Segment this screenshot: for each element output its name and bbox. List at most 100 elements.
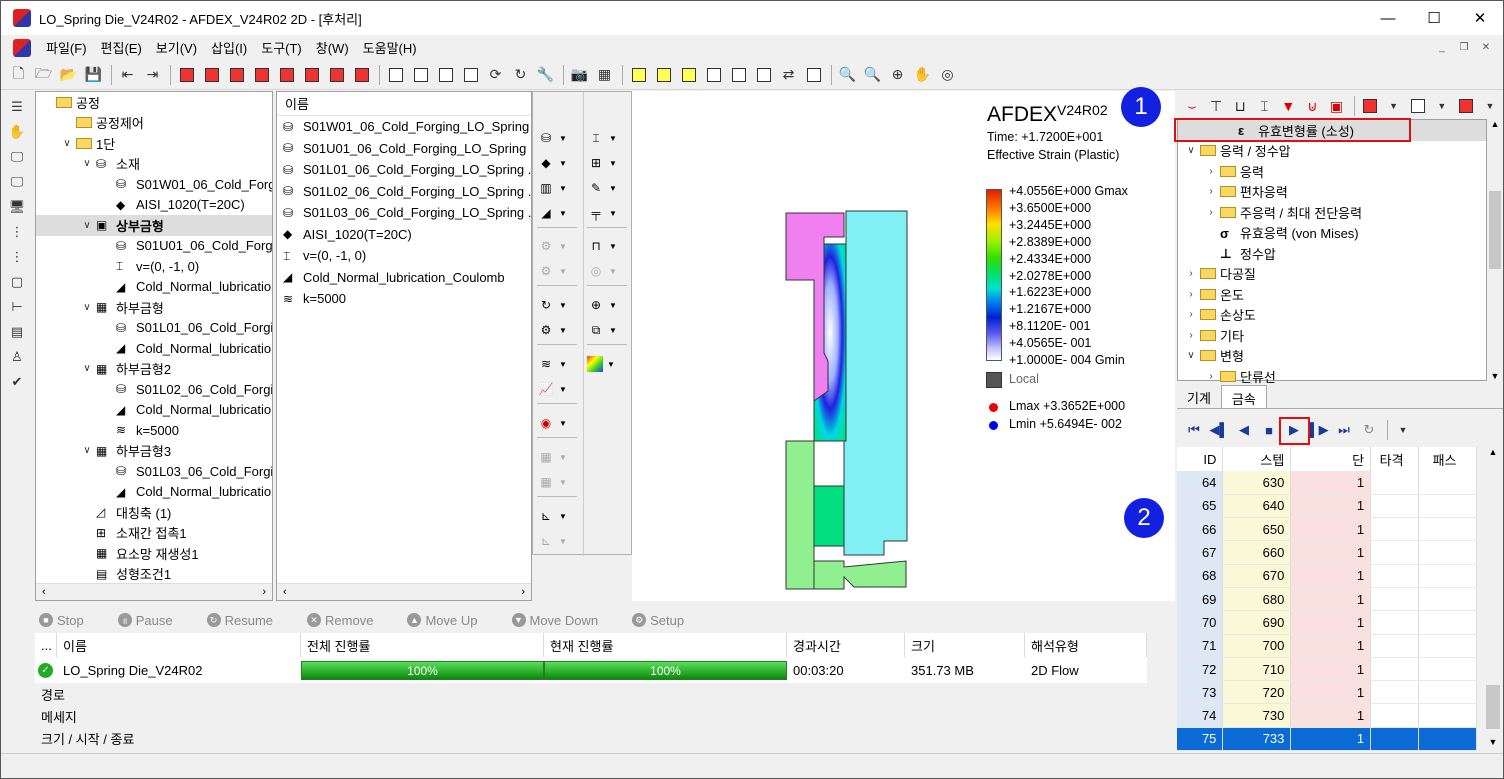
table-cell[interactable]: 733 <box>1222 727 1292 752</box>
tree-item[interactable]: ⛁ S01L01_06_Cold_Forgin <box>36 318 272 339</box>
object-list-item[interactable]: ⌶ v=(0, -1, 0) <box>277 245 531 267</box>
shade-3-icon[interactable] <box>677 63 700 86</box>
tree-item[interactable]: ⛁ S01U01_06_Cold_Forgir <box>36 236 272 257</box>
job-col-total-progress[interactable]: 전체 진행률 <box>301 633 544 657</box>
result-tree-item[interactable]: › 다공질 <box>1178 264 1486 285</box>
table-cell[interactable] <box>1370 517 1420 542</box>
pen-tool-icon[interactable]: ✎ ▼ <box>587 178 627 198</box>
table-cell[interactable] <box>1370 494 1420 519</box>
tree-item[interactable]: ◿ 대칭축 (1) <box>36 502 272 523</box>
shade-1-icon[interactable] <box>627 63 650 86</box>
tab-metal[interactable]: 금속 <box>1220 385 1267 408</box>
table-cell[interactable]: 70 <box>1177 610 1224 635</box>
table-cell[interactable]: 72 <box>1177 657 1224 682</box>
job-col-type[interactable]: 해석유형 <box>1025 633 1147 657</box>
contact-tool-icon[interactable]: ⊞ ▼ <box>587 153 627 173</box>
maximize-button[interactable]: ☐ <box>1411 1 1457 35</box>
tree-item[interactable]: ◆ AISI_1020(T=20C) <box>36 195 272 216</box>
tab-mechanical[interactable]: 기계 <box>1177 385 1221 408</box>
tree-expand-icon[interactable]: ⋮ <box>6 221 28 243</box>
table-cell[interactable] <box>1418 680 1477 705</box>
table-cell[interactable] <box>1418 587 1477 612</box>
die-red-5-icon[interactable]: ▼ <box>1277 95 1299 118</box>
close-button[interactable]: ✕ <box>1457 1 1503 35</box>
tree-item[interactable]: ∨ ▣ 상부금형 <box>36 215 272 236</box>
table-row[interactable]: 66 650 1 <box>1177 517 1477 542</box>
stop-icon[interactable]: ■ <box>1258 419 1280 441</box>
table-cell[interactable] <box>1370 471 1420 495</box>
display-icon[interactable]: 🖥 <box>6 196 28 218</box>
table-cell[interactable]: 1 <box>1290 517 1372 542</box>
table-row[interactable]: 71 700 1 <box>1177 634 1477 658</box>
tree-item[interactable]: ∨ ▦ 하부금형3 <box>36 441 272 462</box>
table-row[interactable]: 75 733 1 <box>1177 727 1477 752</box>
view-cube-2-icon[interactable] <box>200 63 223 86</box>
object-list-item[interactable]: ◢ Cold_Normal_lubrication_Coulomb <box>277 267 531 289</box>
job-col-current-progress[interactable]: 현재 진행률 <box>544 633 787 657</box>
open-folder-icon[interactable]: 📂 <box>57 63 80 86</box>
object-list-item[interactable]: ≋ k=5000 <box>277 288 531 310</box>
table-row[interactable]: 73 720 1 <box>1177 680 1477 705</box>
expand-icon[interactable]: ∨ <box>80 445 94 456</box>
table-cell[interactable] <box>1370 680 1420 705</box>
last-frame-icon[interactable]: ⏭ <box>1333 419 1355 441</box>
expand-icon[interactable]: › <box>1184 268 1198 279</box>
result-tree-item[interactable]: › 온도 <box>1178 284 1486 305</box>
simulation-plot[interactable] <box>632 91 1175 601</box>
expand-icon[interactable]: › <box>1184 289 1198 300</box>
expand-icon[interactable]: ∨ <box>80 158 94 169</box>
graph-tool-icon[interactable]: 📈 ▼ <box>537 379 577 399</box>
person-icon[interactable]: ♙ <box>6 346 28 368</box>
menu-window[interactable]: 창(W) <box>309 38 356 57</box>
box-tool-icon[interactable]: ⧉ ▼ <box>587 320 627 340</box>
mdi-minimize-icon[interactable]: _ <box>1433 39 1451 55</box>
layer-tool-icon[interactable]: ≋ ▼ <box>537 354 577 374</box>
refresh-view-icon[interactable]: ↻ <box>509 63 532 86</box>
tree-item[interactable]: ∨ ▦ 하부금형2 <box>36 359 272 380</box>
table-cell[interactable]: 650 <box>1222 517 1292 542</box>
table-cell[interactable] <box>1418 517 1477 542</box>
wrench-icon[interactable]: 🔧 <box>534 63 557 86</box>
object-list-header[interactable]: 이름 <box>277 92 531 116</box>
view-cube-1-icon[interactable] <box>175 63 198 86</box>
camera-icon[interactable]: 📷 <box>568 63 591 86</box>
press-tool-icon[interactable]: ╤ ▼ <box>587 203 627 223</box>
remove-job-button[interactable]: ✕ Remove <box>307 613 373 628</box>
tree-item[interactable]: ⌶ v=(0, -1, 0) <box>36 256 272 277</box>
part-color-dropdown-icon[interactable]: ▼ <box>1383 95 1405 118</box>
table-cell[interactable] <box>1418 610 1477 635</box>
table-cell[interactable]: 680 <box>1222 587 1292 612</box>
zoom-out-icon[interactable]: 🔍 <box>836 63 859 86</box>
table-cell[interactable]: 630 <box>1222 471 1292 495</box>
table-row[interactable]: 64 630 1 <box>1177 471 1477 495</box>
step-table-scrollbar[interactable]: ▲ ▼ <box>1483 447 1503 747</box>
tree-item[interactable]: ∨ ⛁ 소재 <box>36 154 272 175</box>
menu-help[interactable]: 도움말(H) <box>356 38 424 57</box>
part-color-icon[interactable] <box>1359 95 1381 118</box>
tree-item[interactable]: ⛁ S01W01_06_Cold_Forgi <box>36 174 272 195</box>
view-cube-5-icon[interactable] <box>275 63 298 86</box>
move-down-button[interactable]: ▼ Move Down <box>511 613 598 628</box>
table-cell[interactable]: 1 <box>1290 540 1372 565</box>
table-cell[interactable]: 66 <box>1177 517 1224 542</box>
tree-item[interactable]: ◢ Cold_Normal_lubricatior <box>36 400 272 421</box>
table-cell[interactable]: 1 <box>1290 610 1372 635</box>
view-cube-8-icon[interactable] <box>350 63 373 86</box>
iso-view-4-icon[interactable] <box>459 63 482 86</box>
table-cell[interactable] <box>1370 703 1420 728</box>
playback-options-icon[interactable]: ▼ <box>1392 419 1414 441</box>
table-cell[interactable]: 1 <box>1290 587 1372 612</box>
material-tool-icon[interactable]: ◆ ▼ <box>537 153 577 173</box>
expand-icon[interactable]: ∨ <box>80 302 94 313</box>
table-cell[interactable]: 75 <box>1177 727 1224 752</box>
table-cell[interactable] <box>1370 564 1420 588</box>
table-cell[interactable]: 71 <box>1177 634 1224 658</box>
tree-item[interactable]: ⛁ S01L02_06_Cold_Forgin <box>36 379 272 400</box>
gradient-dropdown-icon[interactable]: ▼ <box>1479 95 1501 118</box>
object-list-item[interactable]: ⛁ S01L03_06_Cold_Forging_LO_Spring . <box>277 202 531 224</box>
table-cell[interactable] <box>1370 540 1420 565</box>
hand-icon[interactable]: ✋ <box>6 121 28 143</box>
iso-view-2-icon[interactable] <box>409 63 432 86</box>
col-pass[interactable]: 패스 <box>1418 447 1477 471</box>
table-cell[interactable]: 69 <box>1177 587 1224 612</box>
